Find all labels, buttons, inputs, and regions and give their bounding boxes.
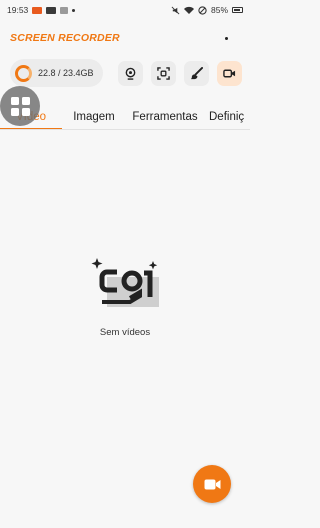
storage-indicator[interactable]: 22.8 / 23.4GB: [10, 59, 103, 87]
status-right: 85%: [171, 5, 243, 15]
toolbar: 22.8 / 23.4GB: [10, 59, 242, 87]
video-camera-illustration-icon: [91, 258, 159, 307]
brush-icon: [190, 66, 203, 79]
status-left: 19:53: [7, 5, 76, 15]
floating-menu-button[interactable]: [0, 86, 40, 126]
record-notification-icon: [32, 6, 43, 14]
brush-button[interactable]: [184, 60, 209, 86]
app-title: SCREEN RECORDER: [10, 32, 120, 44]
active-tab-indicator: [0, 128, 62, 129]
more-notifications-icon: [72, 8, 76, 12]
empty-state: Sem vídeos: [0, 255, 250, 338]
gallery-notification-icon: [46, 6, 57, 14]
battery-percent: 85%: [210, 5, 228, 15]
grid-icon: [10, 96, 30, 116]
tool-group: [118, 60, 242, 86]
status-time: 19:53: [7, 5, 29, 15]
empty-state-message: Sem vídeos: [99, 327, 151, 338]
battery-icon: [232, 7, 243, 13]
mute-icon: [171, 6, 180, 14]
video-camera-icon: [223, 69, 236, 77]
app-header: SCREEN RECORDER: [10, 28, 240, 48]
wifi-icon: [183, 6, 194, 14]
no-disturb-icon: [198, 5, 207, 15]
status-bar: 19:53 85%: [0, 0, 250, 20]
tab-tools[interactable]: Ferramentas: [128, 104, 202, 129]
tab-image[interactable]: Imagem: [66, 104, 122, 129]
webcam-button[interactable]: [118, 60, 143, 86]
screenshot-icon: [157, 66, 170, 80]
video-camera-icon: [204, 479, 220, 489]
screenshot-button[interactable]: [151, 60, 176, 86]
image-notification-icon: [60, 6, 69, 14]
storage-ring-icon: [15, 64, 32, 82]
record-video-button[interactable]: [217, 60, 242, 86]
tab-settings[interactable]: Definiç: [209, 104, 250, 129]
empty-video-illustration: [87, 255, 163, 317]
header-indicator-icon: [225, 36, 228, 40]
storage-text: 22.8 / 23.4GB: [38, 68, 94, 78]
webcam-icon: [125, 67, 136, 80]
start-recording-fab[interactable]: [193, 465, 231, 503]
